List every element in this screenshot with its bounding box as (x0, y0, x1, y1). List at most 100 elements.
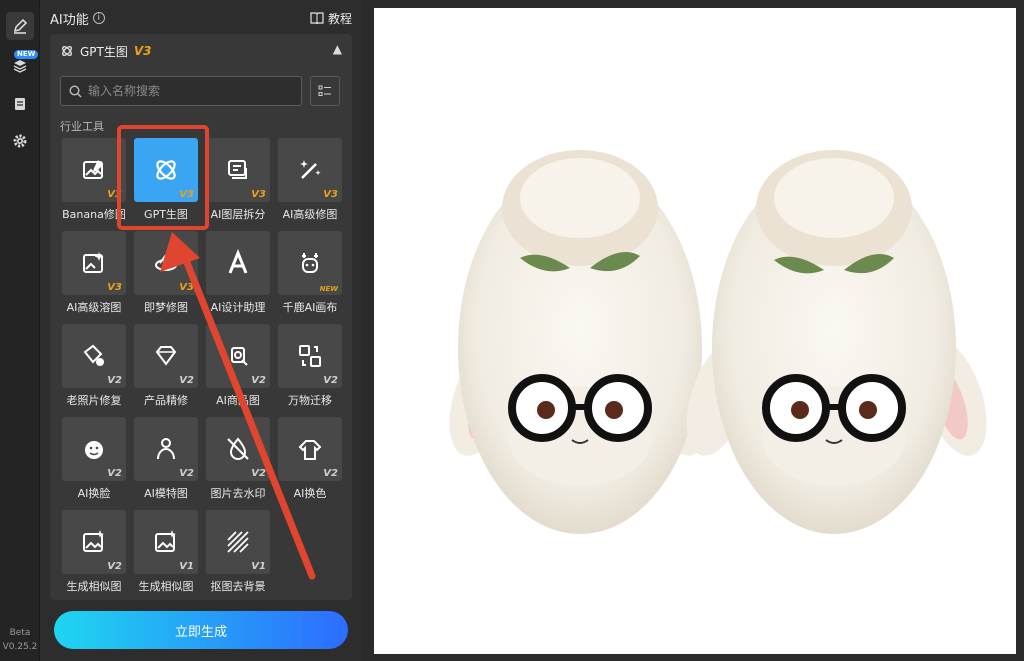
version-tag: V1 (251, 561, 266, 572)
tool-tile[interactable]: V3 (62, 231, 126, 295)
tool-item[interactable]: V1 抠图去背景 (202, 510, 274, 603)
tool-tile[interactable]: V2 (206, 417, 270, 481)
tool-item[interactable]: V2 图片去水印 (202, 417, 274, 510)
tool-label: AI换脸 (77, 487, 111, 500)
gpt-logo-icon (62, 46, 72, 56)
group-label: 行业工具 (60, 120, 104, 133)
gear-icon[interactable] (6, 127, 34, 155)
version-stage: Beta (9, 628, 31, 638)
deer-icon (302, 253, 318, 273)
tool-label: AI图层拆分 (210, 208, 266, 221)
tutorial-link[interactable]: 教程 (310, 10, 352, 27)
chevron-up-icon[interactable]: ▲ (333, 42, 342, 56)
info-icon[interactable]: i (92, 12, 105, 24)
tool-item[interactable]: V3 GPT生图 (130, 138, 202, 231)
version-tag: V2 (107, 375, 122, 386)
tool-item[interactable]: V2 万物迁移 (274, 324, 346, 417)
ai-function-panel: AI功能 i 教程 GPT生图 V3 ▲ 行业工具 V3 Banana修图 V3GP… (40, 0, 362, 661)
tool-tile[interactable]: V3 (206, 138, 270, 202)
tool-item[interactable]: V3 AI高级修图 (274, 138, 346, 231)
tool-tile[interactable]: V2 (134, 324, 198, 388)
version-tag: V2 (107, 561, 122, 572)
image-canvas[interactable] (374, 8, 1016, 654)
tool-tile[interactable]: V2 (134, 417, 198, 481)
image-edit-icon (83, 160, 103, 179)
tool-label: AI换色 (293, 487, 327, 500)
photo-repair-icon (83, 344, 104, 366)
version-tag: V2 (179, 375, 194, 386)
version-tag: V2 (107, 468, 122, 479)
tool-label: Banana修图 (62, 208, 126, 221)
tool-label: 千鹿AI画布 (282, 301, 338, 314)
layer-split-icon (228, 160, 247, 179)
tool-label: 老照片修复 (66, 394, 122, 407)
panel-title: AI功能 (50, 12, 89, 28)
tool-item[interactable]: V2 生成相似图 (58, 510, 130, 603)
tool-item[interactable]: V2 产品精修 (130, 324, 202, 417)
document-icon[interactable] (6, 90, 34, 118)
tool-label: 生成相似图 (138, 580, 194, 593)
list-view-icon[interactable] (310, 76, 340, 106)
tool-item[interactable]: V2 AI换色 (274, 417, 346, 510)
version-tag: V3 (179, 282, 194, 293)
tool-tile[interactable]: V2 (278, 324, 342, 388)
tool-label: AI模特图 (144, 487, 188, 500)
product-image-icon (231, 347, 248, 366)
similar-image-icon (83, 530, 104, 552)
tool-item[interactable]: NEW 千鹿AI画布 (274, 231, 346, 324)
version-tag: V2 (323, 468, 338, 479)
tool-tile[interactable] (206, 231, 270, 295)
model-icon (157, 438, 175, 460)
tool-tile[interactable]: V2 (206, 324, 270, 388)
tool-tile[interactable]: V2 (62, 510, 126, 574)
color-change-icon (298, 440, 322, 460)
tool-item[interactable]: V2 AI换脸 (58, 417, 130, 510)
tool-item[interactable]: V3 AI图层拆分 (202, 138, 274, 231)
canvas-area (362, 0, 1024, 661)
tool-label: 万物迁移 (288, 394, 332, 407)
tool-tile[interactable]: V3 (134, 138, 198, 202)
tool-tile[interactable]: V3 (278, 138, 342, 202)
tool-item[interactable]: V2 AI模特图 (130, 417, 202, 510)
left-rail: NEW Beta V0.25.2 (0, 0, 40, 661)
tool-tile[interactable]: V1 (206, 510, 270, 574)
tools-grid: V3 Banana修图 V3 GPT生图 V3 AI图层拆分 V3 AI高级修图 V3 AI高级溶… (58, 138, 348, 603)
section-header[interactable]: GPT生图 V3 (60, 42, 152, 60)
tool-item[interactable]: V3 即梦修图 (130, 231, 202, 324)
tool-tile[interactable]: V2 (278, 417, 342, 481)
pen-icon[interactable] (6, 12, 34, 40)
version-tag: V3 (107, 282, 122, 293)
dream-icon (155, 253, 177, 271)
version-tag: V3 (179, 189, 194, 200)
version-tag: V2 (323, 375, 338, 386)
tool-item[interactable]: V2 老照片修复 (58, 324, 130, 417)
tool-label: 产品精修 (144, 394, 188, 407)
remove-background-icon (227, 531, 249, 553)
tool-item[interactable]: V3 Banana修图 (58, 138, 130, 231)
tool-tile[interactable]: V3 (62, 138, 126, 202)
gpt-section-card: GPT生图 V3 ▲ 行业工具 V3 Banana修图 V3 GPT生图 V3 AI图层拆… (50, 34, 352, 600)
tool-label: 生成相似图 (66, 580, 122, 593)
tool-tile[interactable]: NEW (278, 231, 342, 295)
search-field[interactable] (60, 76, 302, 106)
version-tag: V1 (179, 561, 194, 572)
book-icon (310, 12, 324, 24)
watermark-remove-icon (227, 437, 249, 460)
new-badge: NEW (14, 50, 39, 59)
similar-image-icon (155, 530, 176, 552)
tool-item[interactable]: V1 生成相似图 (130, 510, 202, 603)
version-number: V0.25.2 (2, 642, 38, 652)
tool-label: AI高级修图 (282, 208, 338, 221)
tool-item[interactable]: V2 AI商品图 (202, 324, 274, 417)
generate-button[interactable]: 立即生成 (54, 611, 348, 649)
tool-item[interactable]: AI设计助理 (202, 231, 274, 324)
tool-tile[interactable]: V1 (134, 510, 198, 574)
tool-item[interactable]: V3 AI高级溶图 (58, 231, 130, 324)
search-icon (69, 84, 82, 98)
tool-tile[interactable]: V2 (62, 417, 126, 481)
tool-tile[interactable]: V3 (134, 231, 198, 295)
tool-label: AI设计助理 (210, 301, 266, 314)
search-input[interactable] (88, 84, 288, 98)
tool-tile[interactable]: V2 (62, 324, 126, 388)
version-tag: V2 (179, 468, 194, 479)
